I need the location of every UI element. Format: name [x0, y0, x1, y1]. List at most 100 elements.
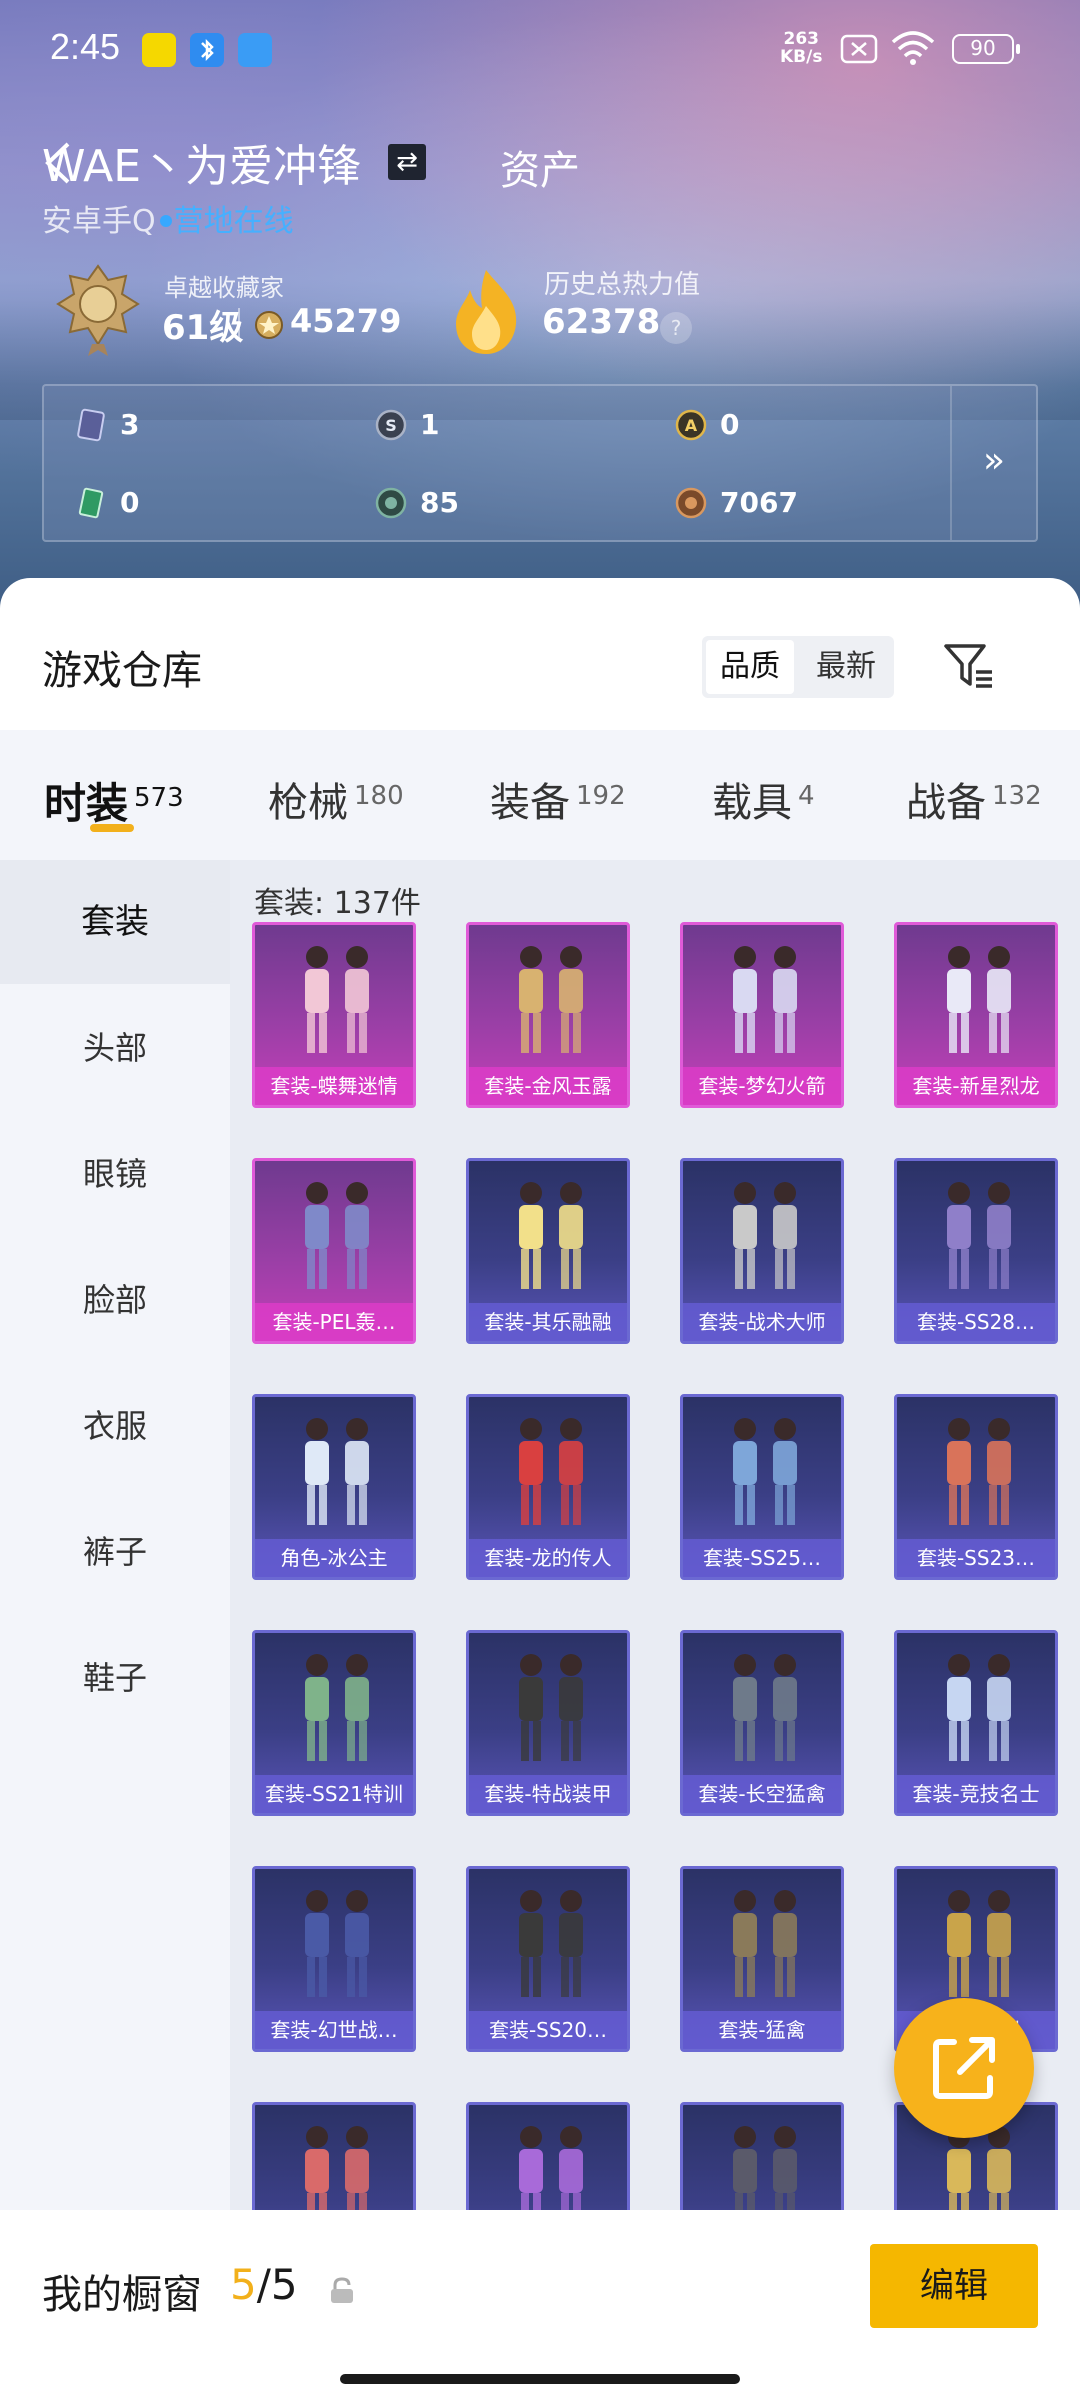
item-card[interactable]: 套装-金风玉露 [466, 922, 630, 1108]
tab-equipment[interactable]: 装备 192 [490, 770, 626, 828]
item-card-label: 套装-战术大师 [683, 1303, 841, 1341]
item-card[interactable]: 套装-特战装甲 [466, 1630, 630, 1816]
grid-heading: 套装: 137件 [254, 886, 421, 921]
showcase-bar: 我的橱窗 5/5 编辑 [0, 2210, 1080, 2400]
item-card[interactable]: 套装-龙的传人 [466, 1394, 630, 1580]
item-card[interactable]: 套装-新星烈龙 [894, 922, 1058, 1108]
item-card[interactable]: 套装-SS25… [680, 1394, 844, 1580]
rank-coins: 45279 [290, 302, 402, 340]
item-card-label: 套装-SS20… [469, 2011, 627, 2049]
item-card-label: 套装-其乐融融 [469, 1303, 627, 1341]
item-card[interactable]: 套装-竞技名士 [894, 1630, 1058, 1816]
outfit-thumbnail [733, 1890, 797, 1997]
currency-more-arrow-icon[interactable]: » [950, 386, 1036, 540]
subcategory-sidebar: 套装 头部 眼镜 脸部 衣服 裤子 鞋子 [0, 860, 230, 2400]
outfit-thumbnail [305, 1182, 369, 1289]
item-card[interactable]: 套装-SS20… [466, 1866, 630, 2052]
sim-off-icon [840, 34, 878, 64]
tab-label: 载具 [712, 780, 792, 826]
lock-icon [331, 2277, 353, 2303]
home-indicator [340, 2374, 740, 2384]
showcase-label: 我的橱窗 [42, 2272, 202, 2318]
a-coin-icon: A [675, 409, 707, 441]
outfit-thumbnail [947, 946, 1011, 1053]
sidebar-item-glasses[interactable]: 眼镜 [0, 1112, 230, 1236]
item-card[interactable]: 套装-SS21特训 [252, 1630, 416, 1816]
help-icon[interactable]: ? [660, 312, 692, 344]
outfit-thumbnail [733, 1418, 797, 1525]
outfit-thumbnail [305, 1654, 369, 1761]
item-card[interactable]: 套装-蝶舞迷情 [252, 922, 416, 1108]
currency-panel: 3 S 1 A 0 0 85 7067 » [42, 384, 1038, 542]
bluetooth-icon [190, 33, 224, 67]
tab-vehicles[interactable]: 载具 4 [712, 770, 815, 828]
green-ticket-icon [78, 487, 104, 519]
item-card-label: 套装-SS28… [897, 1303, 1055, 1341]
item-card-label: 套装-蝶舞迷情 [255, 1067, 413, 1105]
s-coin-icon: S [375, 409, 407, 441]
item-card[interactable]: 套装-PEL轰… [252, 1158, 416, 1344]
sidebar-item-pants[interactable]: 裤子 [0, 1490, 230, 1614]
showcase-count: 5/5 [230, 2260, 298, 2309]
tab-label: 装备 [490, 780, 570, 826]
network-speed-value: 263 [783, 29, 819, 49]
share-button[interactable] [894, 1998, 1034, 2138]
outfit-thumbnail [733, 1182, 797, 1289]
outfit-thumbnail [519, 946, 583, 1053]
edit-button[interactable]: 编辑 [870, 2244, 1038, 2328]
item-card[interactable]: 套装-猛禽 [680, 1866, 844, 2052]
item-card[interactable]: 套装-其乐融融 [466, 1158, 630, 1344]
item-card[interactable]: 套装-SS23… [894, 1394, 1058, 1580]
item-card[interactable]: 套装-战术大师 [680, 1158, 844, 1344]
outfit-thumbnail [947, 1182, 1011, 1289]
tab-label: 时装 [44, 779, 129, 828]
battery-indicator: 90 [952, 34, 1020, 64]
currency-value: 0 [720, 408, 740, 441]
status-time: 2:45 [50, 26, 121, 67]
outfit-thumbnail [519, 1182, 583, 1289]
item-card[interactable]: 套装-梦幻火箭 [680, 922, 844, 1108]
sidebar-item-face[interactable]: 脸部 [0, 1238, 230, 1362]
tab-weapons[interactable]: 枪械 180 [268, 770, 404, 828]
item-card[interactable]: 套装-长空猛禽 [680, 1630, 844, 1816]
sort-option-quality[interactable]: 品质 [706, 640, 794, 694]
tab-count: 132 [992, 781, 1042, 811]
rank-title: 卓越收藏家 [164, 274, 284, 302]
heat-flame-icon [456, 270, 517, 354]
switch-account-icon[interactable]: ⇄ [388, 144, 426, 180]
sort-option-newest[interactable]: 最新 [802, 640, 890, 694]
status-bar: 2:45 263 KB/s 90 [0, 0, 1080, 100]
platform-info: 安卓手Q 营地在线 [42, 196, 294, 240]
item-card[interactable]: 套装-SS28… [894, 1158, 1058, 1344]
rank-level: 61级 [162, 308, 244, 348]
outfit-thumbnail [519, 1890, 583, 1997]
heat-title: 历史总热力值 [544, 270, 701, 300]
currency-value: 0 [120, 486, 140, 519]
svg-text:A: A [685, 416, 698, 435]
rank-divider [238, 308, 240, 338]
filter-icon[interactable] [940, 638, 996, 694]
sidebar-item-shoes[interactable]: 鞋子 [0, 1616, 230, 1740]
item-card-label: 套装-SS21特训 [255, 1775, 413, 1813]
collector-medal-icon [56, 264, 140, 356]
currency-value: 7067 [720, 486, 798, 519]
outfit-thumbnail [305, 1890, 369, 1997]
item-card[interactable]: 角色-冰公主 [252, 1394, 416, 1580]
online-dot-icon [159, 214, 172, 227]
cloud-app-icon [238, 33, 272, 67]
sidebar-item-clothes[interactable]: 衣服 [0, 1364, 230, 1488]
tab-count: 180 [354, 781, 404, 811]
sidebar-item-suits[interactable]: 套装 [0, 860, 230, 984]
tab-label: 战备 [906, 780, 986, 826]
tab-fashion[interactable]: 时装 573 [44, 770, 184, 831]
sidebar-item-head[interactable]: 头部 [0, 986, 230, 1110]
tab-supplies[interactable]: 战备 132 [906, 770, 1042, 828]
category-tabs: 时装 573 枪械 180 装备 192 载具 4 战备 132 [0, 730, 1080, 860]
tab-assets[interactable]: 资产 [500, 138, 580, 196]
outfit-thumbnail [519, 1418, 583, 1525]
item-grid: 套装: 137件 套装-蝶舞迷情 套装-金风玉露 套装-梦幻火箭 套装-新星烈龙 套装-… [230, 860, 1080, 2400]
item-card[interactable]: 套装-幻世战… [252, 1866, 416, 2052]
item-card-label: 套装-SS25… [683, 1539, 841, 1577]
active-tab-indicator [90, 824, 134, 832]
item-card-label: 套装-龙的传人 [469, 1539, 627, 1577]
